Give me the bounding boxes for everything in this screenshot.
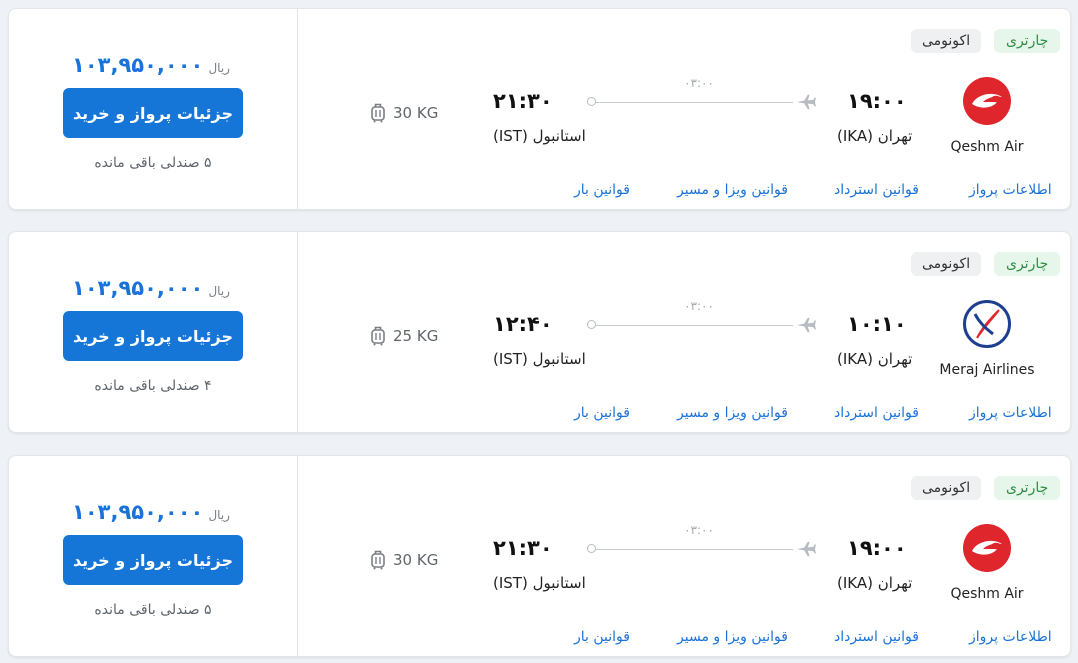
route-line: [593, 102, 793, 103]
baggage-rules-link[interactable]: قوانین بار: [574, 182, 630, 198]
flight-duration: ۰۳:۰۰: [684, 523, 714, 537]
route-end-dot: [587, 97, 596, 106]
meraj-airlines-logo-icon: [963, 300, 1011, 348]
arrival-city: استانبول (IST): [493, 574, 586, 592]
details-and-buy-button[interactable]: جزئیات پرواز و خرید: [63, 535, 243, 585]
refund-rules-link[interactable]: قوانین استرداد: [834, 629, 919, 645]
baggage-allowance: 30 KG: [369, 103, 438, 123]
flight-duration: ۰۳:۰۰: [684, 76, 714, 90]
seats-remaining: ۴ صندلی باقی مانده: [94, 378, 212, 394]
departure-time: ۱۰:۱۰: [847, 312, 907, 336]
cabin-class-badge: اکونومی: [911, 29, 982, 53]
price-amount: ۱۰۳,۹۵۰,۰۰۰: [72, 53, 204, 77]
baggage-rules-link[interactable]: قوانین بار: [574, 629, 630, 645]
departure-city: تهران (IKA): [837, 350, 913, 368]
airplane-icon: [797, 94, 816, 110]
baggage-allowance: 30 KG: [369, 550, 438, 570]
arrival-city: استانبول (IST): [493, 127, 586, 145]
airline-name: Meraj Airlines: [939, 362, 1035, 378]
refund-rules-link[interactable]: قوانین استرداد: [834, 405, 919, 421]
seats-remaining: ۵ صندلی باقی مانده: [94, 602, 212, 618]
flight-card: ریال ۱۰۳,۹۵۰,۰۰۰ جزئیات پرواز و خرید ۴ ص…: [8, 231, 1071, 433]
baggage-rules-link[interactable]: قوانین بار: [574, 405, 630, 421]
price-amount: ۱۰۳,۹۵۰,۰۰۰: [72, 276, 204, 300]
route-line: [593, 325, 793, 326]
currency-label: ریال: [208, 284, 230, 298]
price: ریال ۱۰۳,۹۵۰,۰۰۰: [9, 53, 297, 77]
cabin-class-badge: اکونومی: [911, 252, 982, 276]
card-divider: [297, 9, 298, 209]
departure-time: ۱۹:۰۰: [847, 536, 907, 560]
airplane-icon: [797, 541, 816, 557]
baggage-weight: 25 KG: [393, 327, 439, 345]
cabin-class-badge: اکونومی: [911, 476, 982, 500]
card-divider: [297, 232, 298, 432]
baggage-allowance: 25 KG: [369, 326, 438, 346]
flight-card: ریال ۱۰۳,۹۵۰,۰۰۰ جزئیات پرواز و خرید ۵ ص…: [8, 455, 1071, 657]
flight-card: ریال ۱۰۳,۹۵۰,۰۰۰ جزئیات پرواز و خرید ۵ ص…: [8, 8, 1071, 210]
arrival-time: ۲۱:۳۰: [493, 536, 553, 560]
currency-label: ریال: [208, 508, 230, 522]
route-end-dot: [587, 544, 596, 553]
card-divider: [297, 456, 298, 656]
flight-info-link[interactable]: اطلاعات پرواز: [969, 182, 1052, 198]
currency-label: ریال: [208, 61, 230, 75]
visa-route-rules-link[interactable]: قوانین ویزا و مسیر: [677, 405, 788, 421]
departure-city: تهران (IKA): [837, 574, 913, 592]
price: ریال ۱۰۳,۹۵۰,۰۰۰: [9, 500, 297, 524]
flight-duration: ۰۳:۰۰: [684, 299, 714, 313]
visa-route-rules-link[interactable]: قوانین ویزا و مسیر: [677, 182, 788, 198]
arrival-time: ۲۱:۳۰: [493, 89, 553, 113]
price-section: ریال ۱۰۳,۹۵۰,۰۰۰ جزئیات پرواز و خرید ۴ ص…: [9, 232, 297, 432]
qeshm-air-logo-icon: [963, 524, 1011, 572]
price-section: ریال ۱۰۳,۹۵۰,۰۰۰ جزئیات پرواز و خرید ۵ ص…: [9, 9, 297, 209]
departure-city: تهران (IKA): [837, 127, 913, 145]
price-amount: ۱۰۳,۹۵۰,۰۰۰: [72, 500, 204, 524]
qeshm-air-logo-icon: [963, 77, 1011, 125]
charter-badge: چارتری: [994, 29, 1061, 53]
visa-route-rules-link[interactable]: قوانین ویزا و مسیر: [677, 629, 788, 645]
luggage-icon: [371, 103, 385, 123]
details-and-buy-button[interactable]: جزئیات پرواز و خرید: [63, 311, 243, 361]
charter-badge: چارتری: [994, 476, 1061, 500]
charter-badge: چارتری: [994, 252, 1061, 276]
route-line: [593, 549, 793, 550]
airplane-icon: [797, 317, 816, 333]
refund-rules-link[interactable]: قوانین استرداد: [834, 182, 919, 198]
seats-remaining: ۵ صندلی باقی مانده: [94, 155, 212, 171]
flight-info-link[interactable]: اطلاعات پرواز: [969, 629, 1052, 645]
baggage-weight: 30 KG: [393, 551, 439, 569]
price: ریال ۱۰۳,۹۵۰,۰۰۰: [9, 276, 297, 300]
flight-info-link[interactable]: اطلاعات پرواز: [969, 405, 1052, 421]
luggage-icon: [371, 550, 385, 570]
price-section: ریال ۱۰۳,۹۵۰,۰۰۰ جزئیات پرواز و خرید ۵ ص…: [9, 456, 297, 656]
arrival-city: استانبول (IST): [493, 350, 586, 368]
route-end-dot: [587, 320, 596, 329]
departure-time: ۱۹:۰۰: [847, 89, 907, 113]
arrival-time: ۱۲:۴۰: [493, 312, 553, 336]
airline-name: Qeshm Air: [950, 586, 1024, 602]
flight-results-list: ریال ۱۰۳,۹۵۰,۰۰۰ جزئیات پرواز و خرید ۵ ص…: [0, 0, 1078, 663]
airline-name: Qeshm Air: [950, 139, 1024, 155]
luggage-icon: [371, 326, 385, 346]
baggage-weight: 30 KG: [393, 104, 439, 122]
details-and-buy-button[interactable]: جزئیات پرواز و خرید: [63, 88, 243, 138]
